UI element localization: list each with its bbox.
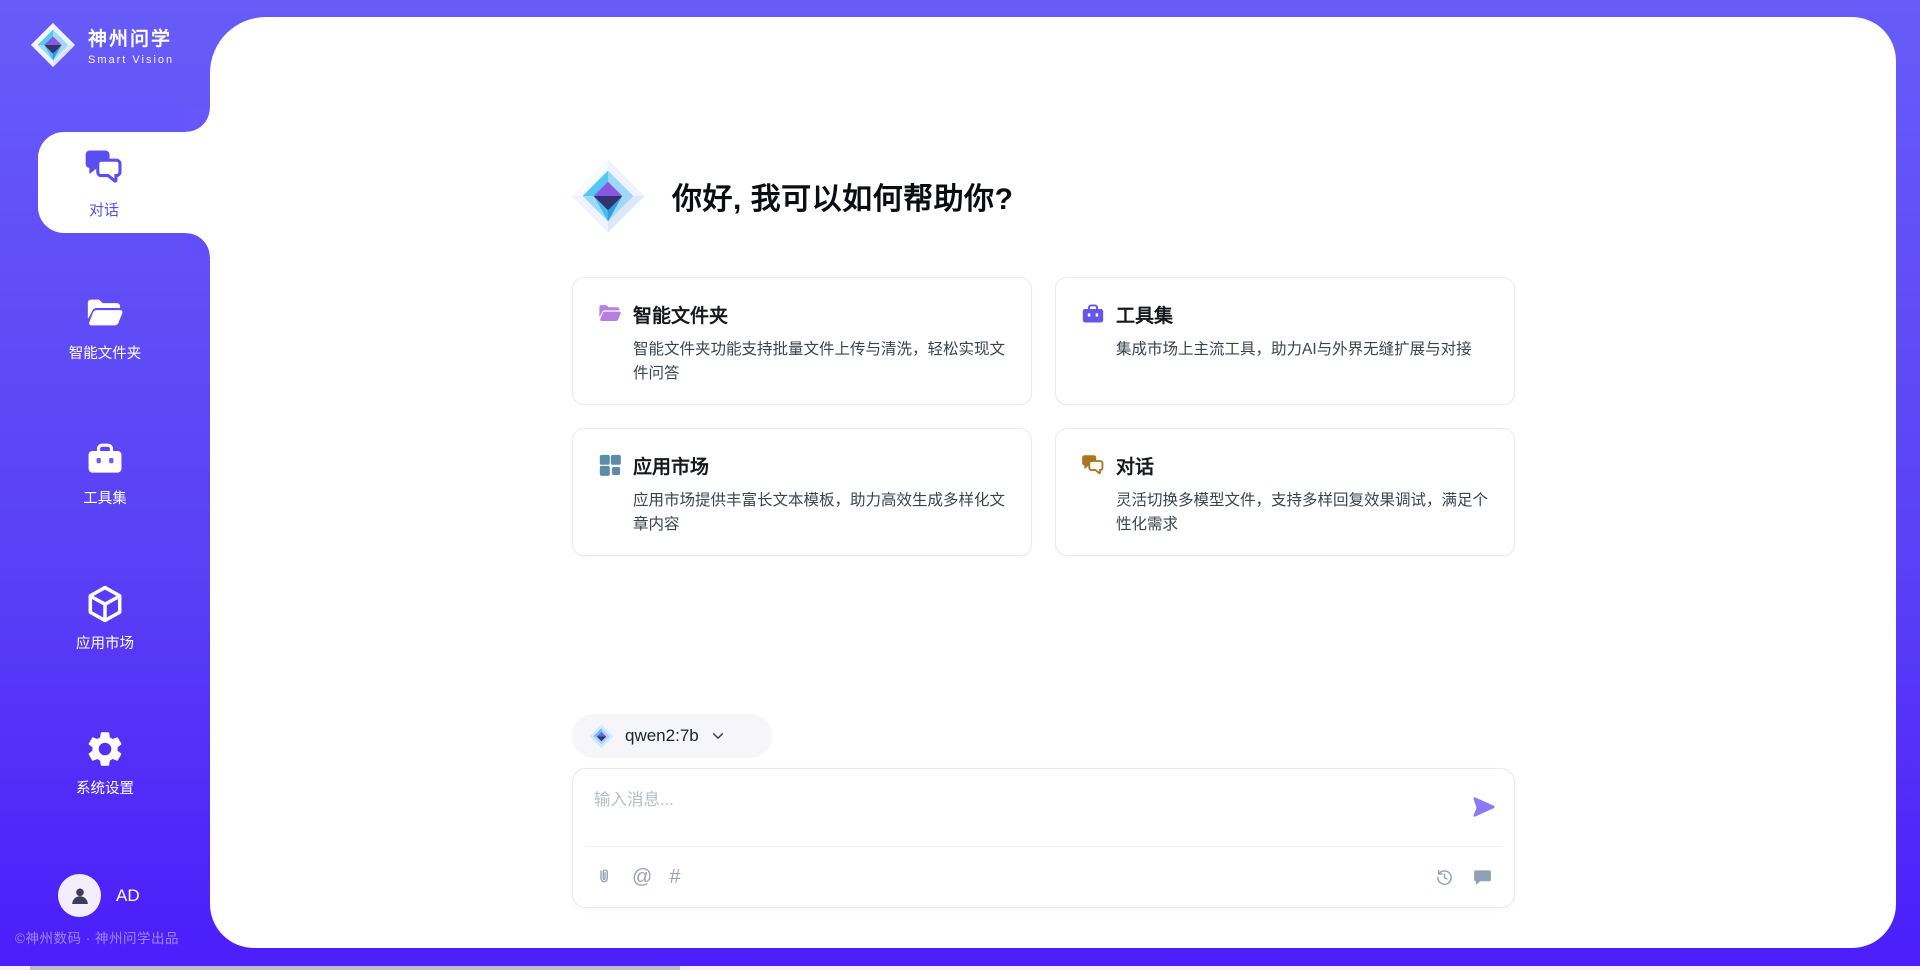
card-toolset[interactable]: 工具集 集成市场上主流工具，助力AI与外界无缝扩展与对接: [1055, 277, 1515, 405]
model-name: qwen2:7b: [625, 726, 699, 746]
sidebar-item-app-market[interactable]: 应用市场: [0, 567, 210, 668]
logo-diamond-icon: [589, 724, 614, 749]
folder-icon: [597, 299, 624, 383]
message-input[interactable]: [573, 769, 1514, 845]
sidebar-item-label: 应用市场: [76, 632, 134, 653]
card-title: 对话: [1116, 452, 1490, 479]
horizontal-scrollbar: [0, 966, 1920, 970]
sidebar-item-settings[interactable]: 系统设置: [0, 712, 210, 813]
hash-icon[interactable]: #: [669, 867, 680, 887]
card-title: 智能文件夹: [633, 301, 1007, 328]
composer-toolbar: @ #: [594, 847, 1493, 907]
toolbox-icon: [1080, 299, 1107, 383]
copyright-footer: ©神州数码 · 神州问学出品: [15, 927, 179, 947]
logo-diamond-icon: [570, 158, 646, 234]
user-name: AD: [116, 886, 140, 906]
brand-name: 神州问学: [88, 24, 174, 51]
card-description: 集成市场上主流工具，助力AI与外界无缝扩展与对接: [1116, 338, 1490, 362]
message-composer: @ #: [572, 768, 1515, 908]
greeting-text: 你好, 我可以如何帮助你?: [672, 174, 1014, 218]
feature-cards: 智能文件夹 智能文件夹功能支持批量文件上传与清洗，轻松实现文件问答 工具集 集成…: [572, 277, 1515, 556]
user-icon: [67, 883, 93, 909]
send-icon[interactable]: [1471, 794, 1497, 820]
model-selector[interactable]: qwen2:7b: [572, 714, 772, 758]
gear-icon: [84, 728, 126, 770]
avatar: [58, 874, 101, 917]
sidebar-item-label: 系统设置: [76, 777, 134, 798]
card-smart-folder[interactable]: 智能文件夹 智能文件夹功能支持批量文件上传与清洗，轻松实现文件问答: [572, 277, 1032, 405]
tab-curve-top: [186, 108, 210, 132]
card-title: 应用市场: [633, 452, 1007, 479]
chat-icon: [82, 145, 126, 194]
sidebar-item-toolset[interactable]: 工具集: [0, 422, 210, 523]
tab-curve-bottom: [186, 233, 210, 257]
sidebar-item-chat[interactable]: 对话: [38, 132, 210, 233]
apps-grid-icon: [597, 450, 624, 534]
paperclip-icon[interactable]: [594, 867, 615, 888]
brand: 神州问学 Smart Vision: [30, 22, 174, 68]
card-description: 应用市场提供丰富长文本模板，助力高效生成多样化文章内容: [633, 489, 1007, 537]
composer-left-tools: @ #: [594, 867, 680, 888]
user-account[interactable]: AD: [58, 874, 140, 917]
card-description: 灵活切换多模型文件，支持多样回复效果调试，满足个性化需求: [1116, 489, 1490, 537]
greeting: 你好, 我可以如何帮助你?: [570, 158, 1014, 234]
card-app-market[interactable]: 应用市场 应用市场提供丰富长文本模板，助力高效生成多样化文章内容: [572, 428, 1032, 556]
chat-bubble-icon[interactable]: [1472, 867, 1493, 888]
brand-subtitle: Smart Vision: [88, 54, 174, 66]
chevron-down-icon: [710, 728, 726, 744]
sidebar-item-label: 对话: [89, 199, 119, 220]
cube-icon: [84, 583, 126, 625]
sidebar-item-label: 工具集: [83, 487, 127, 508]
chat-icon: [1080, 450, 1107, 534]
card-chat[interactable]: 对话 灵活切换多模型文件，支持多样回复效果调试，满足个性化需求: [1055, 428, 1515, 556]
history-icon[interactable]: [1434, 867, 1455, 888]
at-icon[interactable]: @: [632, 867, 652, 887]
folder-icon: [84, 293, 126, 335]
card-description: 智能文件夹功能支持批量文件上传与清洗，轻松实现文件问答: [633, 338, 1007, 386]
logo-diamond-icon: [30, 22, 76, 68]
sidebar-item-label: 智能文件夹: [69, 342, 142, 363]
card-title: 工具集: [1116, 301, 1490, 328]
composer-right-tools: [1434, 867, 1493, 888]
sidebar-item-smart-folder[interactable]: 智能文件夹: [0, 277, 210, 378]
scrollbar-thumb[interactable]: [30, 966, 680, 970]
toolbox-icon: [84, 438, 126, 480]
